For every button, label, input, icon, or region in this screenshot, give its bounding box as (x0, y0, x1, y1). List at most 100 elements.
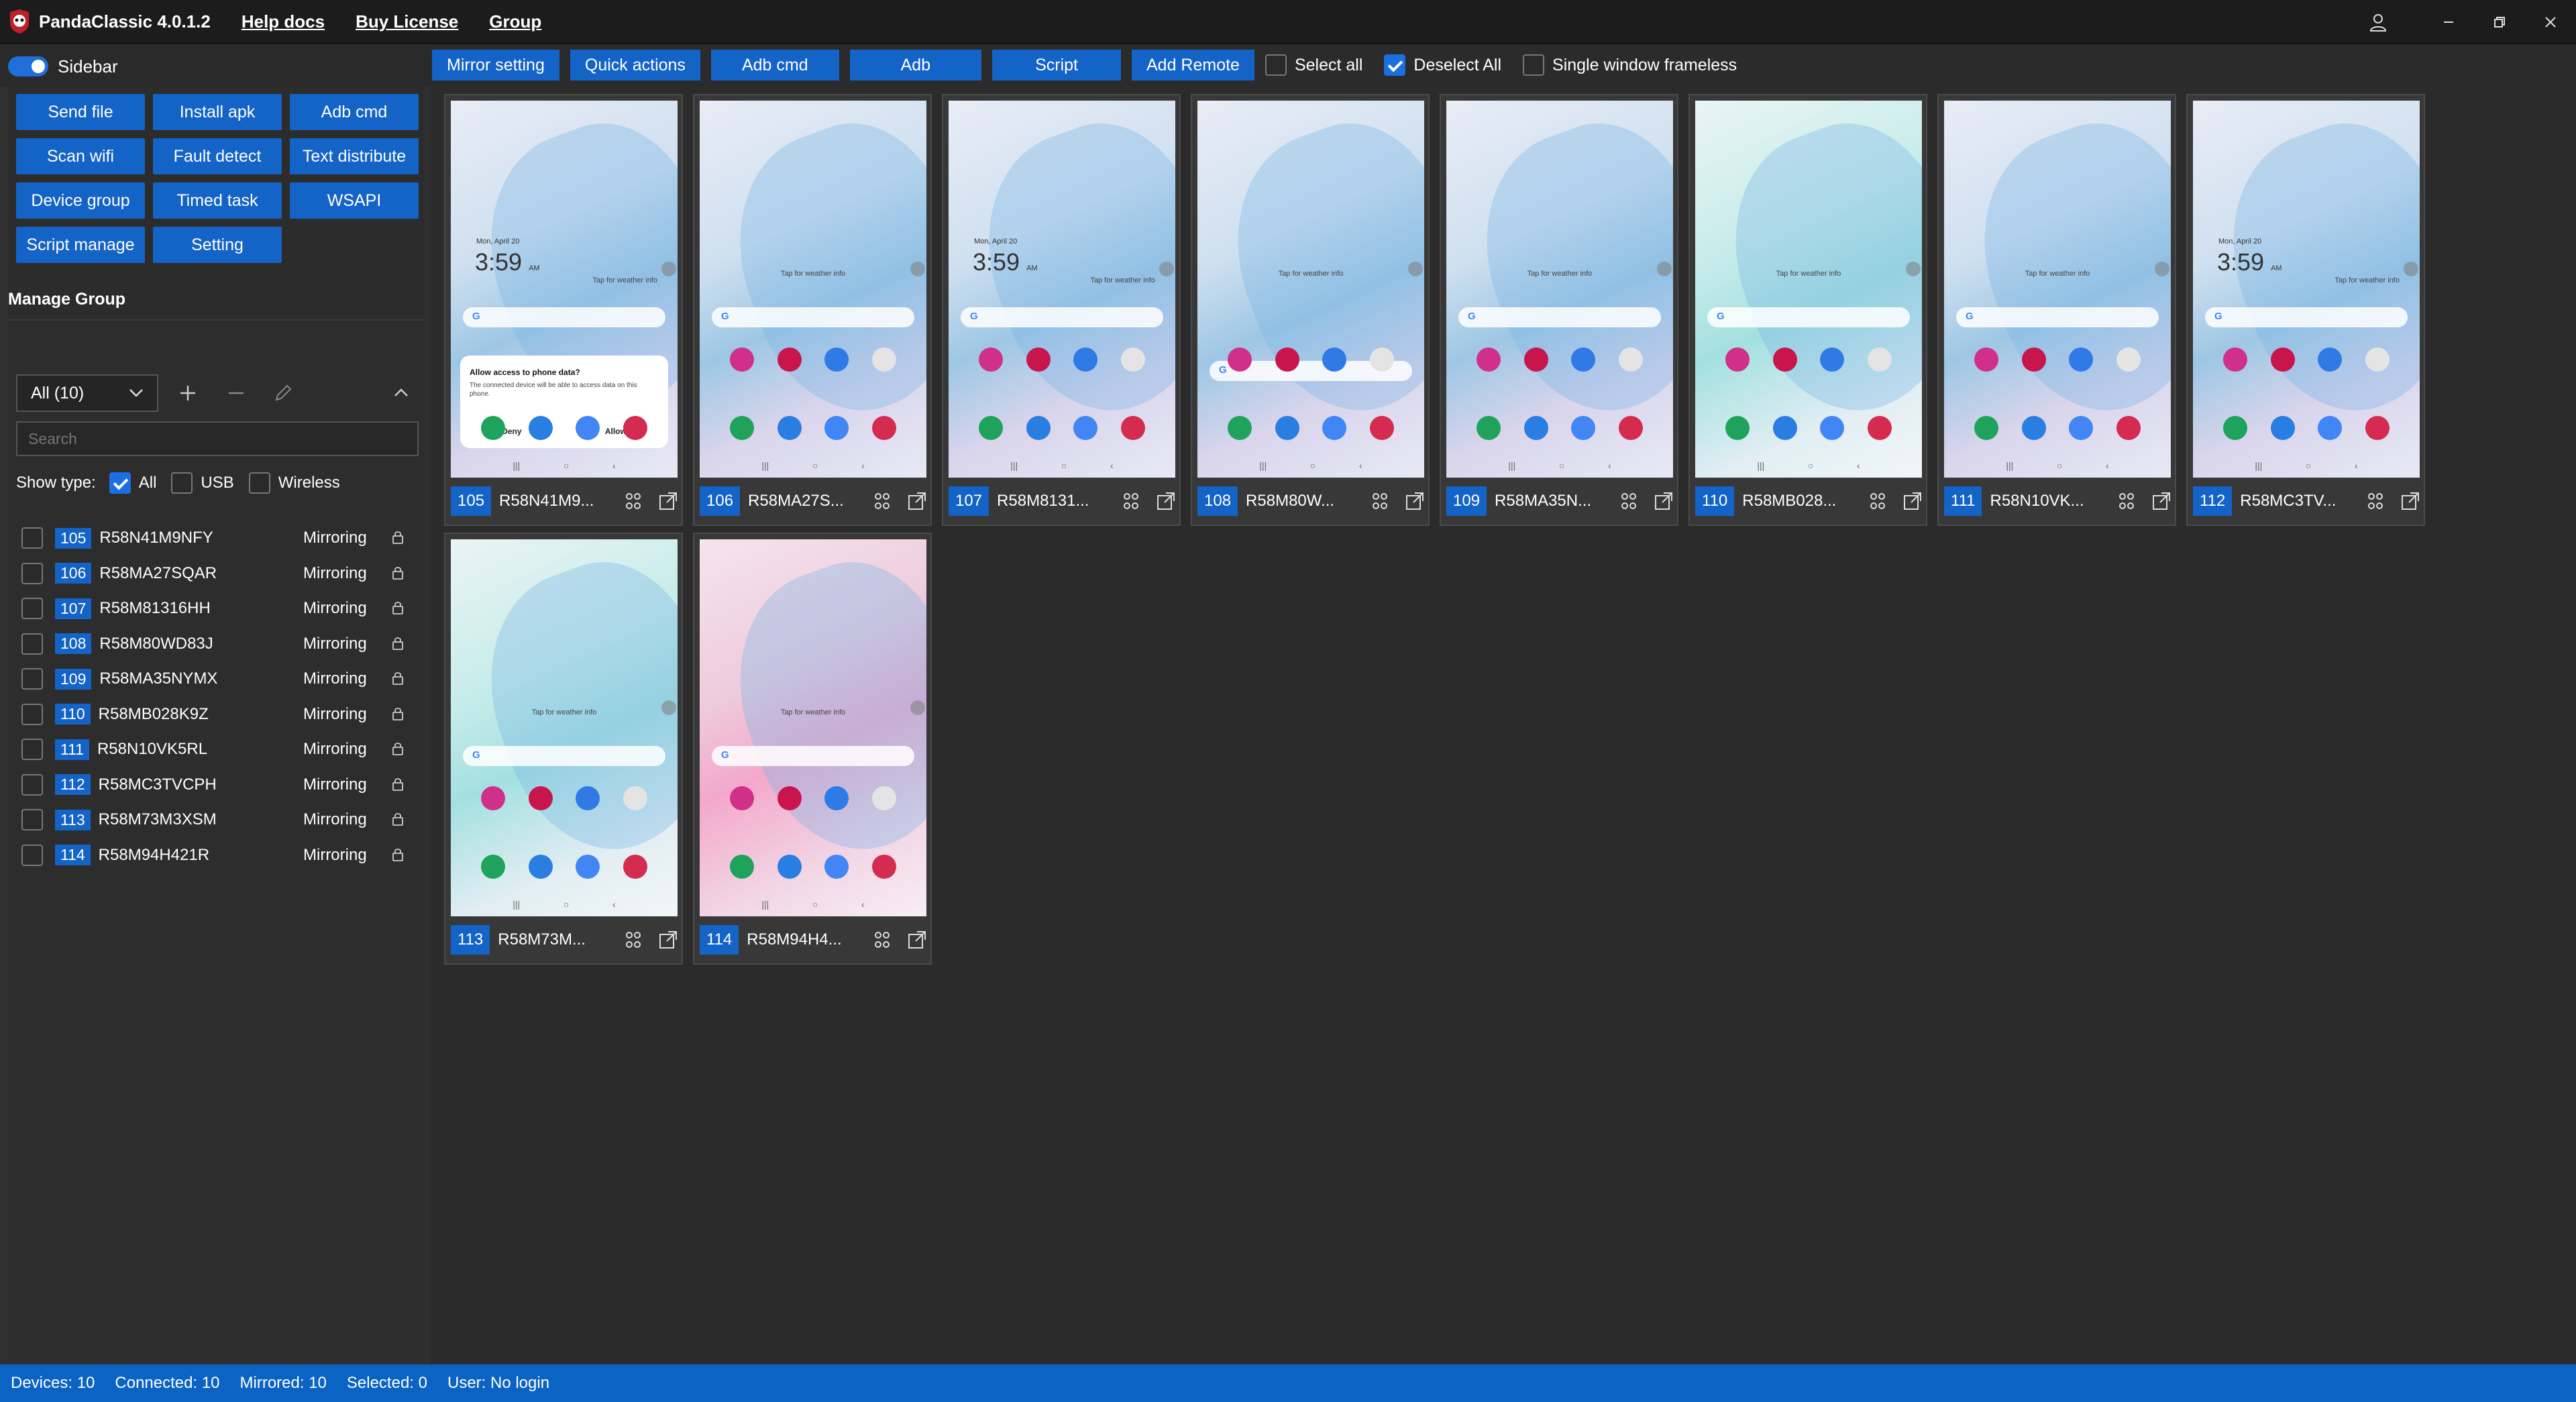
back-icon[interactable]: ‹ (861, 899, 865, 910)
device-checkbox[interactable] (21, 527, 43, 549)
open-external-icon[interactable] (906, 490, 928, 512)
device-list-row[interactable]: 114 R58M94H421R Mirroring (21, 838, 417, 873)
edit-group-icon[interactable] (271, 381, 295, 405)
minimize-icon[interactable] (2423, 0, 2474, 44)
device-list-row[interactable]: 108 R58M80WD83J Mirroring (21, 627, 417, 662)
app-icon[interactable] (730, 347, 755, 372)
adb-cmd-button[interactable]: Adb cmd (290, 94, 419, 130)
app-icon[interactable] (1725, 347, 1750, 372)
open-external-icon[interactable] (2151, 490, 2172, 512)
device-screen[interactable]: Tap for weather info G ||| ○ ‹ (1944, 101, 2171, 478)
app-icon[interactable] (2116, 347, 2141, 372)
close-icon[interactable] (2525, 0, 2576, 44)
toolbar-adb-cmd-button[interactable]: Adb cmd (710, 50, 839, 80)
recents-icon[interactable]: ||| (1010, 460, 1018, 471)
app-icon[interactable] (1571, 416, 1596, 440)
device-list-row[interactable]: 109 R58MA35NYMX Mirroring (21, 661, 417, 697)
app-icon[interactable] (871, 416, 896, 440)
lock-icon[interactable] (392, 671, 404, 686)
app-icon[interactable] (871, 855, 896, 879)
device-list-row[interactable]: 111 R58N10VK5RL Mirroring (21, 732, 417, 767)
google-search-bar[interactable]: G (1458, 307, 1661, 327)
recents-icon[interactable]: ||| (513, 460, 520, 471)
device-checkbox[interactable] (21, 668, 43, 690)
app-icon[interactable] (1618, 347, 1643, 372)
app-icon[interactable] (730, 416, 755, 440)
app-icon[interactable] (1026, 416, 1051, 440)
lock-icon[interactable] (392, 706, 404, 721)
open-external-icon[interactable] (2400, 490, 2421, 512)
app-icon[interactable] (2021, 416, 2046, 440)
app-icon[interactable] (1867, 347, 1892, 372)
script-button[interactable]: Script (992, 50, 1121, 80)
home-icon[interactable]: ○ (564, 899, 569, 910)
send-file-button[interactable]: Send file (16, 94, 145, 130)
show-type-wireless[interactable]: Wireless (248, 472, 340, 494)
collapse-icon[interactable] (389, 381, 413, 405)
control-icon[interactable] (871, 490, 893, 512)
device-screen[interactable]: Tap for weather info G ||| ○ ‹ (1695, 101, 1922, 478)
usb-checkbox[interactable] (171, 472, 193, 494)
control-icon[interactable] (2116, 490, 2137, 512)
show-type-all[interactable]: All (109, 472, 156, 494)
google-search-bar[interactable]: G (1956, 307, 2159, 327)
edge-panel-handle-icon[interactable] (2155, 262, 2169, 276)
app-icon[interactable] (1120, 416, 1145, 440)
device-checkbox[interactable] (21, 598, 43, 620)
quick-actions-button[interactable]: Quick actions (570, 50, 700, 80)
app-icon[interactable] (777, 347, 802, 372)
all-checkbox[interactable] (109, 472, 131, 494)
app-icon[interactable] (777, 855, 802, 879)
control-icon[interactable] (1120, 490, 1142, 512)
edge-panel-handle-icon[interactable] (910, 700, 925, 715)
mirror-setting-button[interactable]: Mirror setting (432, 50, 559, 80)
device-checkbox[interactable] (21, 809, 43, 831)
app-icon[interactable] (1369, 347, 1394, 372)
lock-icon[interactable] (392, 600, 404, 615)
app-icon[interactable] (1618, 416, 1643, 440)
add-group-icon[interactable] (176, 381, 200, 405)
device-card[interactable]: Tap for weather info G ||| ○ ‹ 111 R58N1… (1937, 94, 2176, 526)
app-icon[interactable] (1073, 347, 1098, 372)
device-checkbox[interactable] (21, 773, 43, 796)
group-select[interactable]: All (10) (16, 374, 158, 412)
device-card[interactable]: Tap for weather info G ||| ○ ‹ 113 R58M7… (444, 533, 683, 965)
app-icon[interactable] (2069, 347, 2094, 372)
recents-icon[interactable]: ||| (1508, 460, 1515, 471)
app-icon[interactable] (1867, 416, 1892, 440)
app-icon[interactable] (2116, 416, 2141, 440)
app-icon[interactable] (528, 855, 553, 879)
app-icon[interactable] (2365, 347, 2390, 372)
app-icon[interactable] (777, 786, 802, 810)
app-icon[interactable] (528, 786, 553, 810)
app-icon[interactable] (623, 855, 647, 879)
app-icon[interactable] (1322, 416, 1347, 440)
adb-button[interactable]: Adb (849, 50, 982, 80)
device-screen[interactable]: Tap for weather info G ||| ○ ‹ (1446, 101, 1673, 478)
app-icon[interactable] (979, 347, 1004, 372)
lock-icon[interactable] (392, 636, 404, 651)
app-icon[interactable] (2021, 347, 2046, 372)
back-icon[interactable]: ‹ (1608, 460, 1611, 471)
control-icon[interactable] (871, 929, 893, 951)
device-screen[interactable]: Tap for weather info G ||| ○ ‹ (700, 101, 926, 478)
app-icon[interactable] (576, 786, 600, 810)
app-icon[interactable] (576, 416, 600, 440)
app-icon[interactable] (1523, 416, 1548, 440)
app-icon[interactable] (481, 855, 506, 879)
restore-icon[interactable] (2474, 0, 2525, 44)
device-checkbox[interactable] (21, 739, 43, 761)
recents-icon[interactable]: ||| (2006, 460, 2013, 471)
edge-panel-handle-icon[interactable] (910, 262, 925, 276)
back-icon[interactable]: ‹ (2355, 460, 2358, 471)
setting-button[interactable]: Setting (153, 227, 282, 263)
lock-icon[interactable] (392, 530, 404, 545)
app-icon[interactable] (1322, 347, 1347, 372)
edge-panel-handle-icon[interactable] (2404, 262, 2418, 276)
app-icon[interactable] (1523, 347, 1548, 372)
edge-panel-handle-icon[interactable] (1657, 262, 1672, 276)
device-card[interactable]: Mon, April 20 3:59 AM Tap for weather in… (2186, 94, 2425, 526)
device-list-row[interactable]: 107 R58M81316HH Mirroring (21, 591, 417, 627)
google-search-bar[interactable]: G (1707, 307, 1910, 327)
control-icon[interactable] (623, 929, 644, 951)
